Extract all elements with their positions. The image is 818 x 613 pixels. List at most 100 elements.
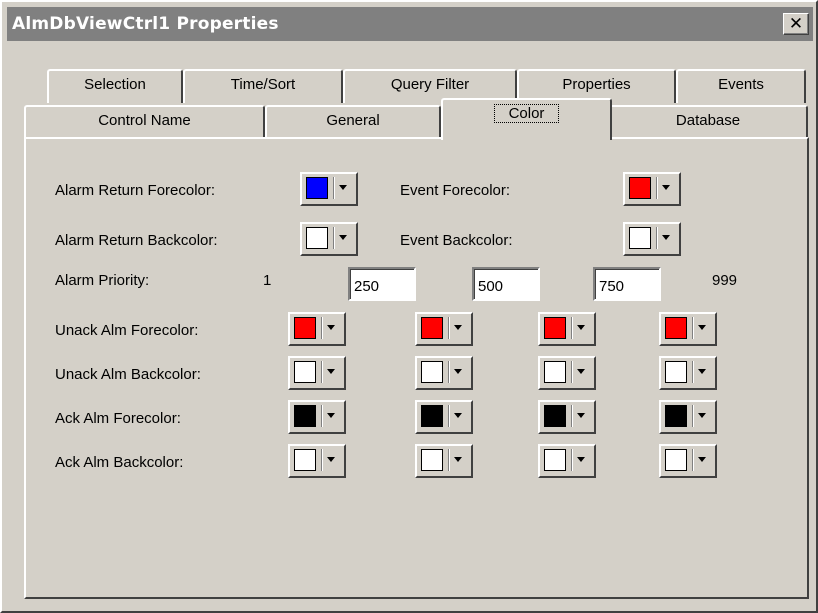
separator	[692, 449, 693, 471]
separator	[448, 449, 449, 471]
color-swatch	[306, 227, 328, 249]
priority-threshold-1-input[interactable]	[348, 267, 416, 301]
color-swatch	[294, 449, 316, 471]
dropdown-arrow-icon	[698, 325, 706, 330]
alarm-return-forecolor-label: Alarm Return Forecolor:	[55, 182, 216, 199]
dropdown-arrow-icon	[454, 413, 462, 418]
tab-selection[interactable]: Selection	[47, 69, 183, 103]
color-swatch	[421, 361, 443, 383]
dropdown-arrow-icon	[327, 325, 335, 330]
separator	[448, 317, 449, 339]
separator	[571, 449, 572, 471]
tab-control-name[interactable]: Control Name	[24, 105, 265, 139]
color-swatch	[421, 317, 443, 339]
unack-backcolor-picker-2[interactable]	[415, 356, 473, 390]
ack-alm-backcolor-label: Ack Alm Backcolor:	[55, 454, 184, 471]
priority-threshold-3-input[interactable]	[593, 267, 661, 301]
separator	[448, 405, 449, 427]
ack-forecolor-picker-2[interactable]	[415, 400, 473, 434]
dropdown-arrow-icon	[327, 413, 335, 418]
dropdown-arrow-icon	[339, 185, 347, 190]
event-forecolor-picker[interactable]	[623, 172, 681, 206]
unack-forecolor-picker-4[interactable]	[659, 312, 717, 346]
separator	[571, 317, 572, 339]
color-swatch	[294, 361, 316, 383]
separator	[656, 227, 657, 249]
title-bar: AlmDbViewCtrl1 Properties ✕	[7, 7, 813, 41]
tab-database[interactable]: Database	[608, 105, 808, 139]
separator	[321, 449, 322, 471]
separator	[333, 227, 334, 249]
ack-backcolor-picker-3[interactable]	[538, 444, 596, 478]
dropdown-arrow-icon	[339, 235, 347, 240]
color-swatch	[665, 449, 687, 471]
dropdown-arrow-icon	[454, 457, 462, 462]
tab-color[interactable]: Color	[441, 98, 612, 140]
color-swatch	[629, 177, 651, 199]
alarm-return-backcolor-label: Alarm Return Backcolor:	[55, 232, 218, 249]
dropdown-arrow-icon	[662, 185, 670, 190]
event-backcolor-label: Event Backcolor:	[400, 232, 513, 249]
dropdown-arrow-icon	[577, 457, 585, 462]
ack-backcolor-picker-1[interactable]	[288, 444, 346, 478]
unack-backcolor-picker-3[interactable]	[538, 356, 596, 390]
color-swatch	[544, 317, 566, 339]
unack-forecolor-picker-2[interactable]	[415, 312, 473, 346]
event-forecolor-label: Event Forecolor:	[400, 182, 511, 199]
unack-backcolor-picker-1[interactable]	[288, 356, 346, 390]
ack-alm-forecolor-label: Ack Alm Forecolor:	[55, 410, 181, 427]
unack-alm-backcolor-label: Unack Alm Backcolor:	[55, 366, 201, 383]
dropdown-arrow-icon	[698, 457, 706, 462]
alarm-return-backcolor-picker[interactable]	[300, 222, 358, 256]
properties-dialog: AlmDbViewCtrl1 Properties ✕ Selection Ti…	[0, 0, 818, 613]
separator	[571, 405, 572, 427]
dropdown-arrow-icon	[698, 369, 706, 374]
color-swatch	[665, 405, 687, 427]
color-swatch	[544, 405, 566, 427]
priority-max-value: 999	[712, 272, 738, 289]
color-swatch	[294, 317, 316, 339]
unack-forecolor-picker-3[interactable]	[538, 312, 596, 346]
ack-forecolor-picker-1[interactable]	[288, 400, 346, 434]
dropdown-arrow-icon	[577, 413, 585, 418]
event-backcolor-picker[interactable]	[623, 222, 681, 256]
tab-general[interactable]: General	[265, 105, 441, 139]
priority-threshold-2-input[interactable]	[472, 267, 540, 301]
dropdown-arrow-icon	[698, 413, 706, 418]
unack-backcolor-picker-4[interactable]	[659, 356, 717, 390]
color-swatch	[544, 449, 566, 471]
separator	[321, 405, 322, 427]
dropdown-arrow-icon	[577, 369, 585, 374]
color-swatch	[544, 361, 566, 383]
dropdown-arrow-icon	[454, 325, 462, 330]
dropdown-arrow-icon	[327, 457, 335, 462]
color-swatch	[665, 361, 687, 383]
dropdown-arrow-icon	[454, 369, 462, 374]
color-swatch	[629, 227, 651, 249]
separator	[333, 177, 334, 199]
ack-forecolor-picker-4[interactable]	[659, 400, 717, 434]
dropdown-arrow-icon	[327, 369, 335, 374]
separator	[571, 361, 572, 383]
alarm-priority-label: Alarm Priority:	[55, 272, 150, 289]
color-swatch	[294, 405, 316, 427]
alarm-return-forecolor-picker[interactable]	[300, 172, 358, 206]
dropdown-arrow-icon	[662, 235, 670, 240]
ack-backcolor-picker-4[interactable]	[659, 444, 717, 478]
separator	[448, 361, 449, 383]
color-swatch	[665, 317, 687, 339]
separator	[692, 317, 693, 339]
separator	[321, 317, 322, 339]
color-swatch	[421, 449, 443, 471]
ack-forecolor-picker-3[interactable]	[538, 400, 596, 434]
unack-forecolor-picker-1[interactable]	[288, 312, 346, 346]
color-swatch	[306, 177, 328, 199]
separator	[321, 361, 322, 383]
close-icon: ✕	[788, 14, 804, 34]
tab-time-sort[interactable]: Time/Sort	[183, 69, 343, 103]
separator	[692, 405, 693, 427]
ack-backcolor-picker-2[interactable]	[415, 444, 473, 478]
separator	[692, 361, 693, 383]
tab-events[interactable]: Events	[676, 69, 806, 103]
close-button[interactable]: ✕	[783, 13, 809, 35]
